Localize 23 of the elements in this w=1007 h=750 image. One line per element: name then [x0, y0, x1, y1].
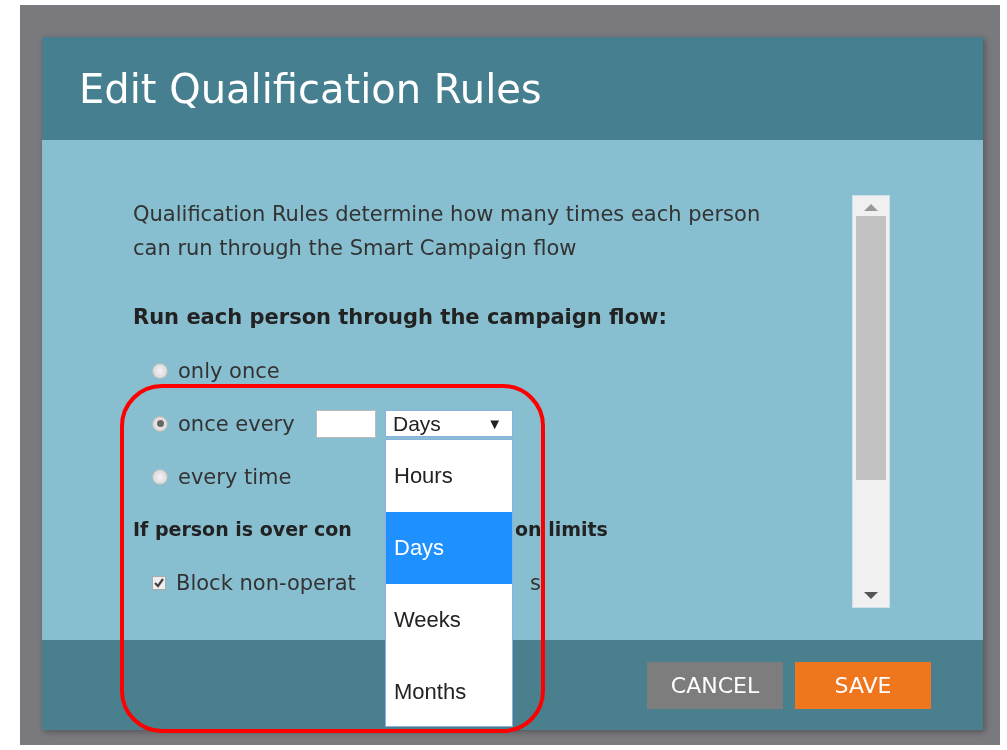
checkbox[interactable] — [152, 575, 166, 590]
cancel-button[interactable]: CANCEL — [647, 661, 783, 709]
radio-label: once every — [178, 411, 295, 436]
radio-label: only once — [178, 358, 280, 383]
unit-dropdown[interactable]: Days ▼ — [385, 410, 513, 437]
dropdown-option[interactable]: Hours — [386, 440, 512, 512]
description-text: Qualification Rules determine how many times each person can run through the Smart Campaign flow — [133, 201, 762, 262]
interval-field[interactable] — [316, 409, 376, 438]
dialog-title: Edit Qualification Rules — [79, 65, 542, 112]
section-heading: Run each person through the campaign flow: — [133, 304, 667, 331]
section-heading: If person is over con — [133, 518, 352, 540]
dropdown-option[interactable]: Weeks — [386, 584, 512, 656]
radio-button[interactable] — [152, 362, 168, 379]
radio-label: every time — [178, 464, 292, 489]
scroll-down-icon[interactable] — [863, 591, 879, 601]
checkbox-label: Block non-operat — [176, 570, 356, 595]
section-heading: on limits — [515, 517, 608, 542]
scrollbar[interactable] — [852, 195, 890, 608]
scroll-up-icon[interactable] — [863, 202, 879, 212]
dropdown-option[interactable]: Months — [386, 656, 512, 726]
checkbox-label: s — [530, 570, 541, 595]
radio-button[interactable] — [152, 415, 168, 432]
radio-button[interactable] — [152, 468, 168, 485]
